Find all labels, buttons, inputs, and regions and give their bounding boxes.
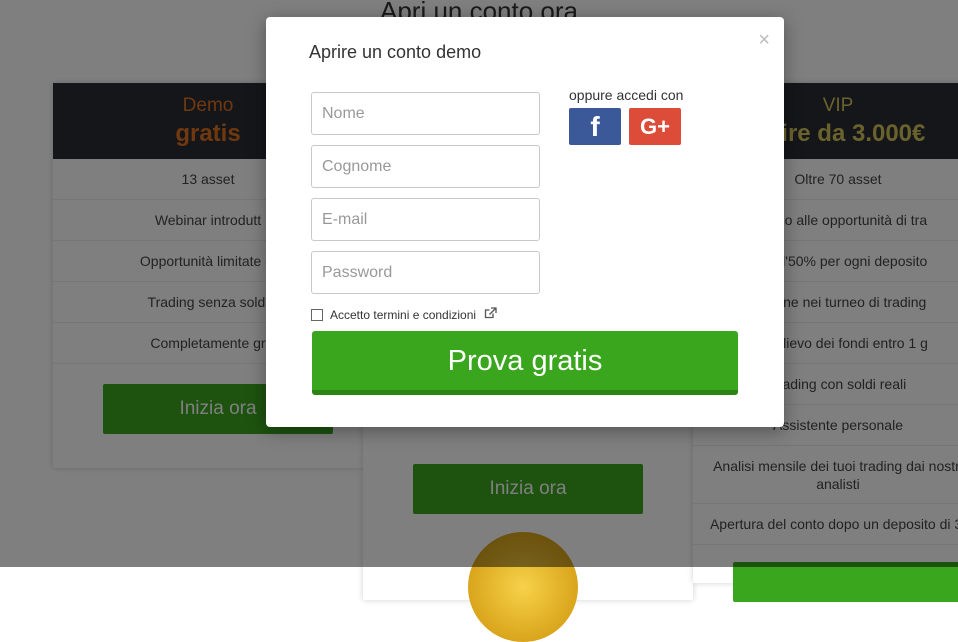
- terms-label[interactable]: Accetto termini e condizioni: [330, 308, 476, 322]
- terms-checkbox[interactable]: [311, 308, 323, 321]
- google-plus-icon: G+: [640, 113, 670, 139]
- facebook-login-button[interactable]: f: [569, 108, 621, 145]
- external-link-icon[interactable]: [484, 307, 497, 322]
- email-field[interactable]: [311, 198, 540, 241]
- google-plus-login-button[interactable]: G+: [629, 108, 681, 145]
- first-name-field[interactable]: [311, 92, 540, 135]
- password-field[interactable]: [311, 251, 540, 294]
- last-name-field[interactable]: [311, 145, 540, 188]
- terms-row: Accetto termini e condizioni: [311, 307, 497, 322]
- facebook-icon: f: [590, 110, 600, 142]
- demo-signup-modal: Aprire un conto demo × oppure accedi con…: [266, 17, 784, 427]
- social-login-label: oppure accedi con: [569, 87, 684, 103]
- vip-start-button[interactable]: [733, 562, 958, 602]
- close-icon[interactable]: ×: [758, 30, 770, 50]
- try-free-button[interactable]: Prova gratis: [312, 331, 738, 395]
- modal-title: Aprire un conto demo: [309, 42, 482, 62]
